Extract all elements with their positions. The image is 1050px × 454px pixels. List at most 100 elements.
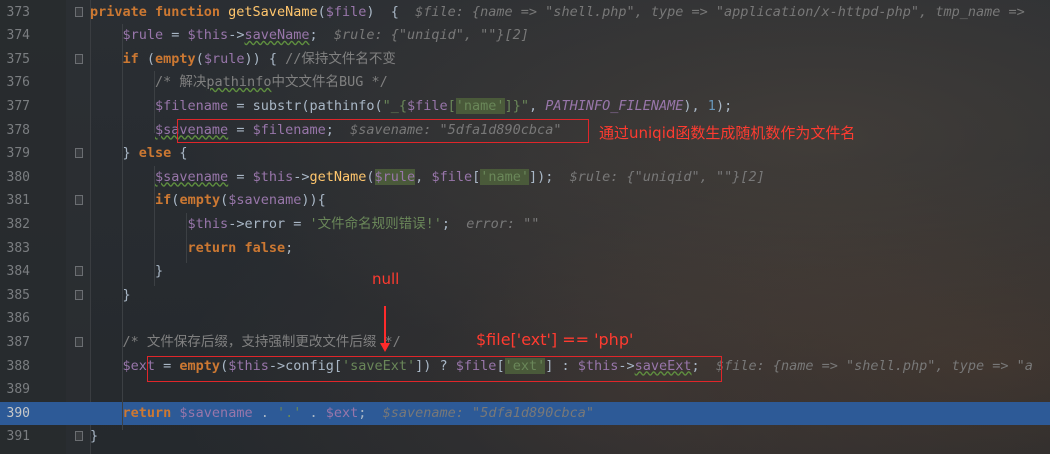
line-number[interactable]: 388 (0, 355, 30, 379)
code-token: ; (441, 215, 467, 232)
code-token: 'name' (480, 168, 529, 185)
code-token: ( (220, 192, 229, 209)
line-number[interactable]: 375 (0, 48, 30, 72)
code-token: ( (317, 3, 326, 20)
line-number[interactable]: 382 (0, 213, 30, 237)
line-number[interactable]: 384 (0, 260, 30, 284)
code-token: return (122, 404, 180, 421)
fold-marker-icon[interactable] (75, 431, 83, 442)
code-token: $this (187, 215, 229, 232)
code-line[interactable]: 376 /* 解决pathinfo中文文件名BUG */ (0, 71, 1050, 95)
code-line[interactable]: 379 } else { (0, 142, 1050, 166)
line-number[interactable]: 389 (0, 378, 30, 402)
code-text[interactable]: } else { (90, 142, 188, 166)
ext-annotation: $file['ext'] == 'php' (476, 330, 634, 349)
code-line[interactable]: 374 $rule = $this->saveName; $rule: {"un… (0, 24, 1050, 48)
code-token: $savename (155, 168, 229, 185)
code-token: } (90, 286, 131, 303)
code-line[interactable]: 390 return $savename . '.' . $ext; $save… (0, 401, 1050, 426)
code-line[interactable]: 382 $this->error = '文件命名规则错误!'; error: "… (0, 213, 1050, 237)
code-text[interactable]: $rule = $this->saveName; $rule: {"uniqid… (90, 24, 529, 48)
line-number[interactable]: 377 (0, 95, 30, 119)
fold-marker-icon[interactable] (75, 266, 83, 277)
code-token: ->error = (228, 215, 310, 232)
code-text[interactable]: } (90, 260, 163, 284)
line-number[interactable]: 373 (0, 1, 30, 25)
code-token: '.' (276, 404, 302, 421)
code-token: } (90, 428, 99, 445)
code-token: empty (179, 192, 221, 209)
line-number[interactable]: 385 (0, 284, 30, 308)
code-text[interactable]: $filename = substr(pathinfo("_{$file['na… (90, 95, 732, 119)
code-line[interactable]: 386 (0, 307, 1050, 331)
code-token: if (155, 192, 172, 209)
code-line[interactable]: 381 if(empty($savename)){ (0, 189, 1050, 213)
code-token: ; (285, 239, 294, 256)
code-token: $savename (228, 192, 302, 209)
code-text[interactable]: return $savename . '.' . $ext; $savename… (90, 402, 594, 426)
ext-highlight-box (147, 356, 722, 382)
fold-marker-icon[interactable] (75, 289, 83, 300)
code-line[interactable]: 377 $filename = substr(pathinfo("_{$file… (0, 95, 1050, 119)
code-token: $file (407, 97, 448, 114)
code-text[interactable]: } (90, 425, 98, 449)
line-number[interactable]: 387 (0, 331, 30, 355)
code-line[interactable]: 375 if (empty($rule)) { //保持文件名不变 (0, 48, 1050, 72)
line-number[interactable]: 383 (0, 237, 30, 261)
null-annotation: null (372, 270, 400, 288)
code-token: , (528, 97, 546, 114)
line-number[interactable]: 390 (0, 402, 30, 426)
code-token: pathinfo (206, 74, 272, 91)
code-token: ); (715, 97, 733, 114)
code-line[interactable]: 373 private function getSaveName($file) {… (0, 1, 1050, 25)
code-line[interactable]: 383 return false; (0, 237, 1050, 261)
code-text[interactable]: $savename = $this->getName($rule, $file[… (90, 166, 765, 190)
code-token: 'name' (455, 97, 505, 114)
code-token: $file: {name => "shell.php", type => "a (715, 357, 1033, 374)
line-number[interactable]: 386 (0, 307, 30, 331)
code-token: ]); (529, 168, 570, 185)
code-token: ( (366, 168, 375, 185)
code-token: ]}" (504, 97, 529, 114)
code-token: . (252, 404, 277, 421)
indent-guide (154, 166, 155, 286)
code-line[interactable]: 380 $savename = $this->getName($rule, $f… (0, 166, 1050, 190)
code-text[interactable]: return false; (90, 237, 294, 261)
code-token: $file: {name => "shell.php", type => "ap… (415, 3, 1025, 20)
code-text[interactable]: if(empty($savename)){ (90, 189, 326, 213)
fold-marker-icon[interactable] (75, 6, 83, 17)
code-text[interactable]: private function getSaveName($file) { $f… (90, 1, 1025, 25)
code-text[interactable]: $this->error = '文件命名规则错误!'; error: "" (90, 213, 540, 237)
code-line[interactable]: 384 } (0, 260, 1050, 284)
line-number[interactable]: 376 (0, 71, 30, 95)
fold-marker-icon[interactable] (75, 53, 83, 64)
code-text[interactable]: /* 解决pathinfo中文文件名BUG */ (90, 71, 388, 95)
line-number[interactable]: 391 (0, 425, 30, 449)
code-token: , (415, 168, 432, 185)
code-text[interactable]: } (90, 284, 131, 308)
code-token: ; (309, 27, 334, 44)
code-line[interactable]: 391} (0, 425, 1050, 449)
line-number[interactable]: 378 (0, 119, 30, 143)
code-token: $ext (325, 404, 359, 421)
fold-marker-icon[interactable] (75, 195, 83, 206)
line-number[interactable]: 381 (0, 189, 30, 213)
code-line[interactable]: 385 } (0, 284, 1050, 308)
line-number[interactable]: 379 (0, 142, 30, 166)
code-token: ; (358, 404, 383, 421)
code-text[interactable]: if (empty($rule)) { //保持文件名不变 (90, 48, 396, 72)
code-token: = substr(pathinfo( (228, 97, 383, 114)
code-token: if (122, 50, 139, 67)
fold-marker-icon[interactable] (75, 336, 83, 347)
code-token: $file (431, 168, 473, 185)
line-number[interactable]: 374 (0, 24, 30, 48)
savename-highlight-box (177, 119, 589, 143)
code-token: $savename: "5dfa1d890cbca" (382, 404, 594, 421)
code-text[interactable]: /* 文件保存后缀，支持强制更改文件后缀 */ (90, 331, 401, 355)
line-number[interactable]: 380 (0, 166, 30, 190)
fold-marker-icon[interactable] (75, 148, 83, 159)
code-editor[interactable]: 373 private function getSaveName($file) {… (0, 0, 1050, 454)
arrow-head (380, 343, 390, 352)
code-token: saveName (244, 27, 310, 44)
